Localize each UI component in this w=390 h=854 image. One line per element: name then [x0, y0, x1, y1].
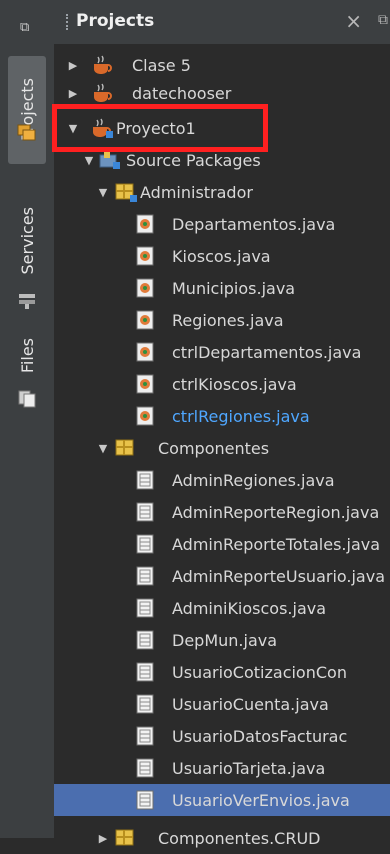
panel-title: Projects: [76, 11, 155, 31]
source-packages-icon: [99, 152, 120, 169]
tree-item-label: UsuarioCotizacionCon: [172, 662, 347, 682]
tab-services-label: Services: [17, 207, 37, 275]
package-icon: [115, 829, 134, 846]
tree-item-form-file[interactable]: AdminRegiones.java: [54, 464, 390, 496]
tree-item-label: AdminReporteTotales.java: [172, 534, 381, 554]
tree-item-form-file[interactable]: AdminReporteTotales.java: [54, 528, 390, 560]
tab-services[interactable]: Services: [8, 196, 46, 286]
restore-window-icon[interactable]: ⧉: [20, 20, 34, 35]
tree-item-label: DepMun.java: [172, 630, 278, 650]
tree-item-java-file[interactable]: ctrlRegiones.java: [54, 400, 390, 432]
tree-item-java-file[interactable]: Regiones.java: [54, 304, 390, 336]
expand-arrow-icon[interactable]: ▶: [66, 87, 80, 100]
tree-item-form-file[interactable]: UsuarioCotizacionCon: [54, 656, 390, 688]
collapse-arrow-icon[interactable]: ▼: [66, 122, 80, 135]
tree-item-label: AdminReporteRegion.java: [172, 502, 380, 522]
tree-item-label: Proyecto1: [116, 118, 196, 138]
tree-item-componentes[interactable]: ▼ Componentes: [54, 432, 390, 464]
tree-item-form-file[interactable]: AdminiKioscos.java: [54, 592, 390, 624]
tab-files[interactable]: Files: [8, 328, 46, 384]
form-icon: [136, 726, 154, 746]
tree-item-label: Municipios.java: [172, 278, 296, 298]
tree-item-label: AdminiKioscos.java: [172, 598, 327, 618]
tree-item-proyecto1[interactable]: ▼ Proyecto1: [54, 112, 390, 144]
form-icon: [136, 470, 154, 490]
tree-item-java-file[interactable]: ctrlKioscos.java: [54, 368, 390, 400]
tree-item-label: datechooser: [132, 83, 232, 103]
tree-item-label: ctrlRegiones.java: [172, 406, 310, 426]
project-tree[interactable]: ▶ Clase 5 ▶ datechooser ▼ Proyecto1 ▼ So…: [54, 44, 390, 848]
tree-item-label: Departamentos.java: [172, 214, 336, 234]
side-tool-strip: ⧉ Projects Services Files: [0, 0, 55, 838]
tree-item-form-file[interactable]: DepMun.java: [54, 624, 390, 656]
form-icon: [136, 694, 154, 714]
tree-item-label: Administrador: [140, 182, 253, 202]
expand-arrow-icon[interactable]: ▶: [96, 832, 110, 845]
tree-item-form-file[interactable]: UsuarioTarjeta.java: [54, 752, 390, 784]
java-class-icon: [136, 278, 154, 298]
collapse-arrow-icon[interactable]: ▼: [96, 442, 110, 455]
files-icon[interactable]: [17, 390, 37, 408]
tree-item-java-file[interactable]: ctrlDepartamentos.java: [54, 336, 390, 368]
form-icon: [136, 502, 154, 522]
tree-item-form-file[interactable]: UsuarioDatosFacturac: [54, 720, 390, 752]
tree-item-label: ctrlKioscos.java: [172, 374, 297, 394]
projects-panel-header: Projects × ⧉: [54, 0, 390, 45]
tree-item-label: AdminRegiones.java: [172, 470, 335, 490]
package-icon: [115, 439, 134, 456]
tree-item-form-file[interactable]: UsuarioVerEnvios.java: [54, 784, 390, 816]
tree-item-java-file[interactable]: Kioscos.java: [54, 240, 390, 272]
form-icon: [136, 566, 154, 586]
tree-item-label: Source Packages: [126, 150, 261, 170]
tree-item-label: UsuarioTarjeta.java: [172, 758, 326, 778]
tree-item-label: Regiones.java: [172, 310, 284, 330]
projects-icon[interactable]: [17, 124, 37, 142]
java-class-icon: [136, 374, 154, 394]
java-class-icon: [136, 246, 154, 266]
tree-item-label: Clase 5: [132, 55, 191, 75]
tree-item-label: AdminReporteUsuario.java: [172, 566, 386, 586]
tree-item-datechooser[interactable]: ▶ datechooser: [54, 77, 390, 109]
collapse-arrow-icon[interactable]: ▼: [96, 186, 110, 199]
form-icon: [136, 534, 154, 554]
tree-item-form-file[interactable]: UsuarioCuenta.java: [54, 688, 390, 720]
drag-grip-icon[interactable]: [66, 14, 72, 30]
java-class-icon: [136, 310, 154, 330]
tree-item-source-packages[interactable]: ▼ Source Packages: [54, 144, 390, 176]
collapse-arrow-icon[interactable]: ▼: [82, 154, 96, 167]
form-icon: [136, 758, 154, 778]
tree-item-label: Componentes.CRUD: [158, 828, 321, 848]
tree-item-label: UsuarioDatosFacturac: [172, 726, 348, 746]
tree-item-label: UsuarioVerEnvios.java: [172, 790, 350, 810]
services-icon[interactable]: [17, 292, 37, 310]
java-class-icon: [136, 342, 154, 362]
form-icon: [136, 598, 154, 618]
tree-item-form-file[interactable]: AdminReporteUsuario.java: [54, 560, 390, 592]
tree-item-label: UsuarioCuenta.java: [172, 694, 329, 714]
tree-item-administrador[interactable]: ▼ Administrador: [54, 176, 390, 208]
tree-item-componentes-crud[interactable]: ▶ Componentes.CRUD: [54, 822, 390, 854]
java-project-icon: [93, 118, 113, 138]
tree-item-java-file[interactable]: Municipios.java: [54, 272, 390, 304]
form-icon: [136, 662, 154, 682]
close-icon[interactable]: ×: [345, 9, 362, 33]
java-class-icon: [136, 214, 154, 234]
java-project-icon: [94, 55, 112, 74]
package-icon: [115, 183, 137, 202]
java-project-icon: [94, 83, 112, 102]
tab-projects[interactable]: Projects: [8, 56, 46, 164]
form-icon: [136, 790, 154, 810]
tree-item-label: Componentes: [158, 438, 270, 458]
tree-item-label: Kioscos.java: [172, 246, 271, 266]
tree-item-label: ctrlDepartamentos.java: [172, 342, 362, 362]
java-class-icon: [136, 406, 154, 426]
tree-item-java-file[interactable]: Departamentos.java: [54, 208, 390, 240]
expand-arrow-icon[interactable]: ▶: [66, 59, 80, 72]
form-icon: [136, 630, 154, 650]
restore-window-icon[interactable]: ⧉: [378, 12, 388, 28]
tab-files-label: Files: [17, 338, 37, 374]
tree-item-form-file[interactable]: AdminReporteRegion.java: [54, 496, 390, 528]
